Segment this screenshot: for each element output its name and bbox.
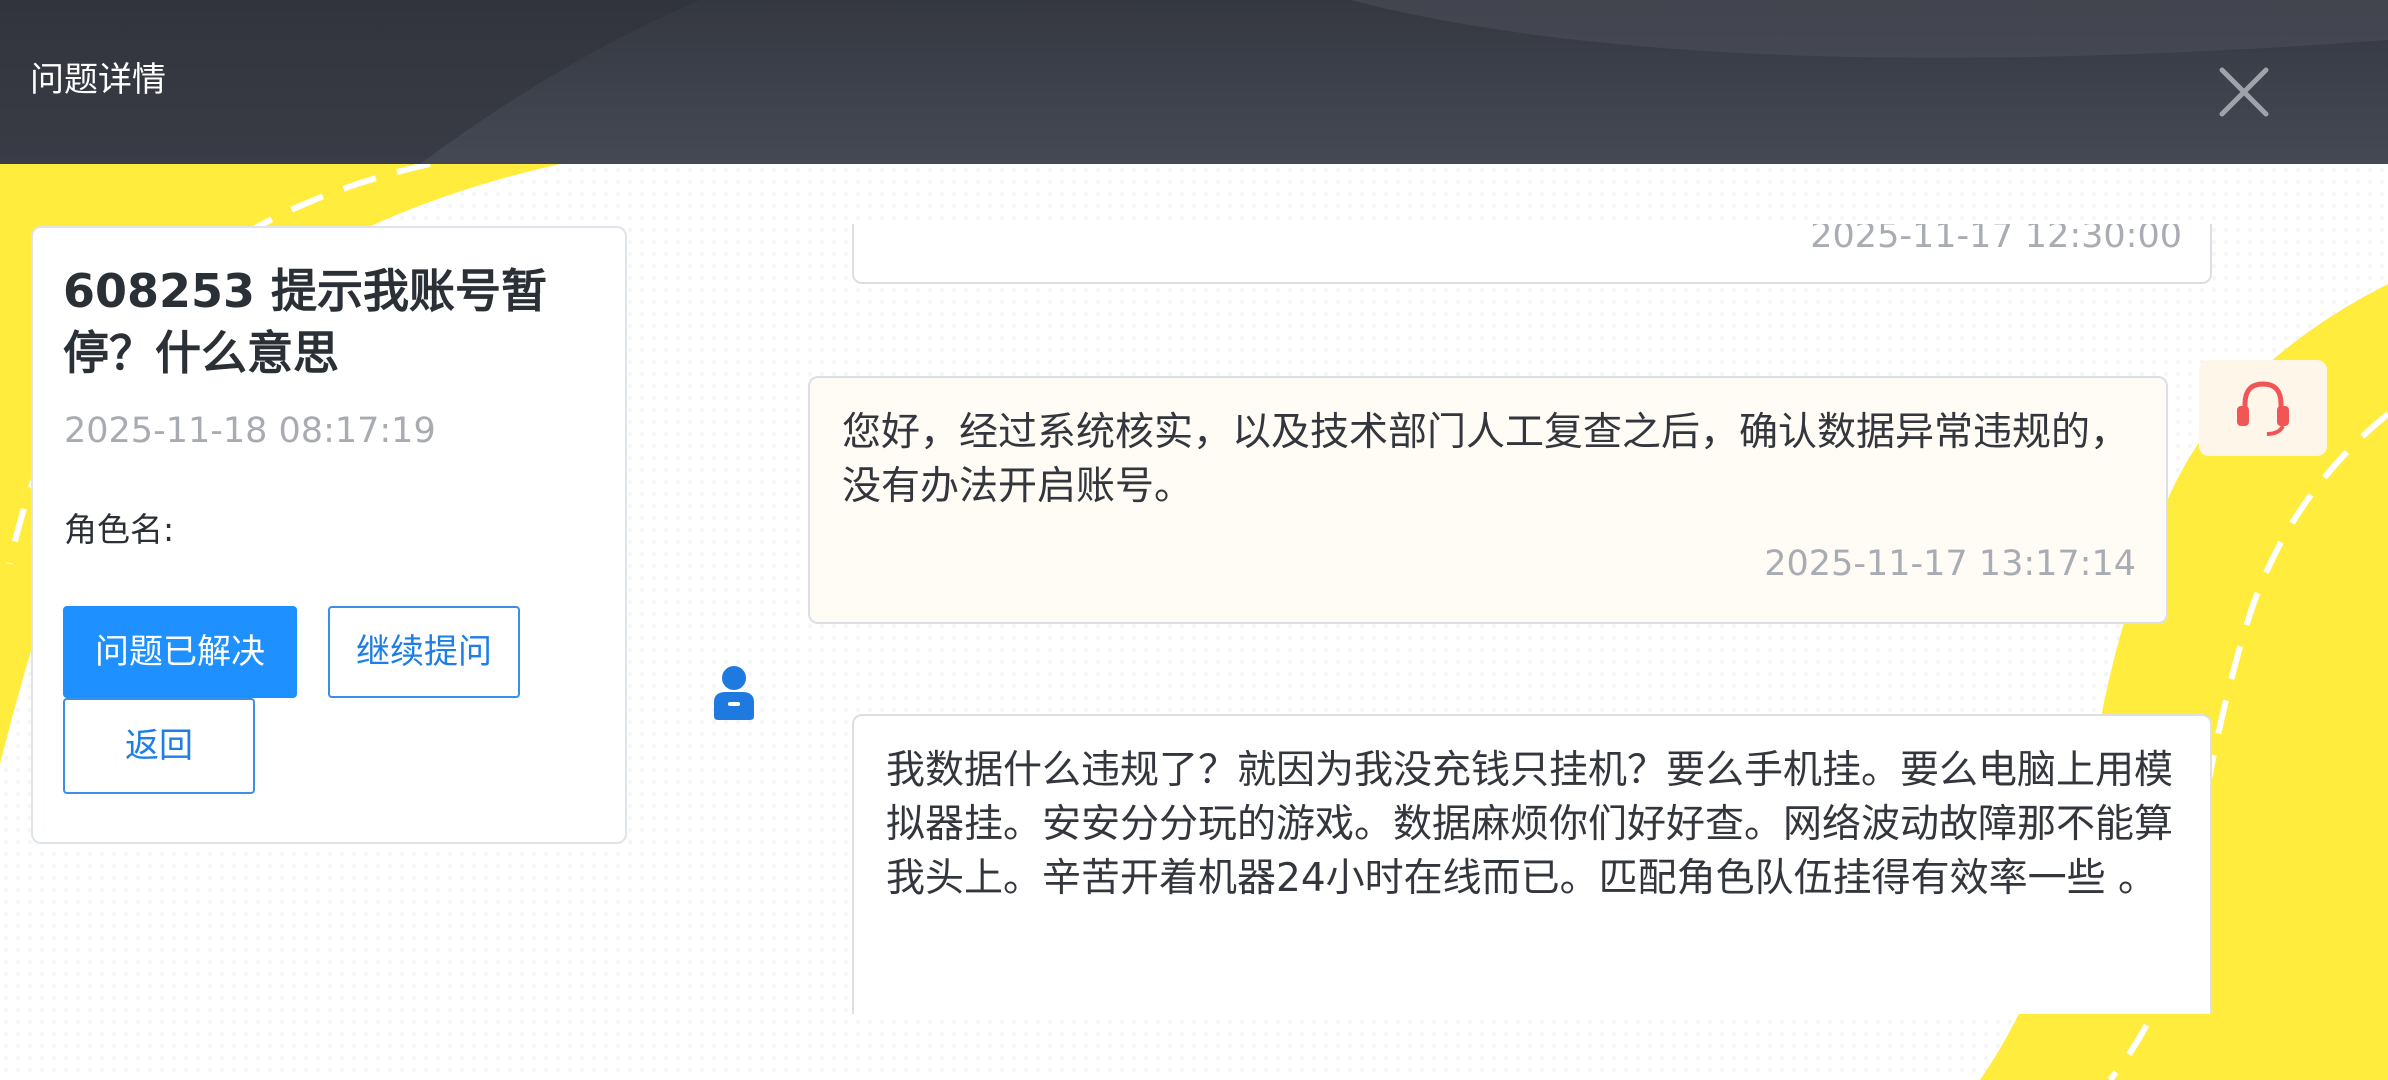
chat-message-list[interactable]: 2025-11-17 12:30:00 您好，经过系统核实，以及技术部门人工复查… — [640, 224, 2388, 1014]
resolved-button[interactable]: 问题已解决 — [63, 606, 297, 698]
user-avatar — [702, 660, 766, 724]
message-bubble-user: 我数据什么违规了？就因为我没充钱只挂机？要么手机挂。要么电脑上用模拟器挂。安安分… — [852, 714, 2212, 1014]
headset-icon — [2237, 381, 2289, 436]
app-header: 问题详情 — [0, 0, 2388, 164]
question-title: 608253 提示我账号暂停？什么意思 — [63, 264, 548, 380]
message-text: 您好，经过系统核实，以及技术部门人工复查之后，确认数据异常违规的，没有办法开启账… — [842, 410, 2130, 509]
message-bubble-agent: 您好，经过系统核实，以及技术部门人工复查之后，确认数据异常违规的，没有办法开启账… — [808, 376, 2168, 624]
message-bubble-user: 2025-11-17 12:30:00 — [852, 224, 2212, 284]
message-time: 2025-11-17 12:30:00 — [1810, 224, 2182, 256]
user-icon — [714, 666, 754, 720]
agent-avatar — [2199, 360, 2327, 456]
close-icon — [2219, 67, 2269, 117]
back-button[interactable]: 返回 — [63, 698, 255, 794]
message-time: 2025-11-17 13:17:14 — [1764, 544, 2136, 584]
close-button[interactable] — [2208, 56, 2280, 128]
role-name-label: 角色名: — [64, 510, 175, 549]
message-text: 我数据什么违规了？就因为我没充钱只挂机？要么手机挂。要么电脑上用模拟器挂。安安分… — [886, 748, 2174, 901]
content-area: 608253 提示我账号暂停？什么意思 2025-11-18 08:17:19 … — [0, 164, 2388, 1080]
header-decoration — [0, 0, 2388, 164]
page-title: 问题详情 — [30, 60, 166, 100]
question-time: 2025-11-18 08:17:19 — [64, 411, 436, 451]
question-card: 608253 提示我账号暂停？什么意思 2025-11-18 08:17:19 … — [31, 226, 627, 844]
continue-ask-button[interactable]: 继续提问 — [328, 606, 520, 698]
